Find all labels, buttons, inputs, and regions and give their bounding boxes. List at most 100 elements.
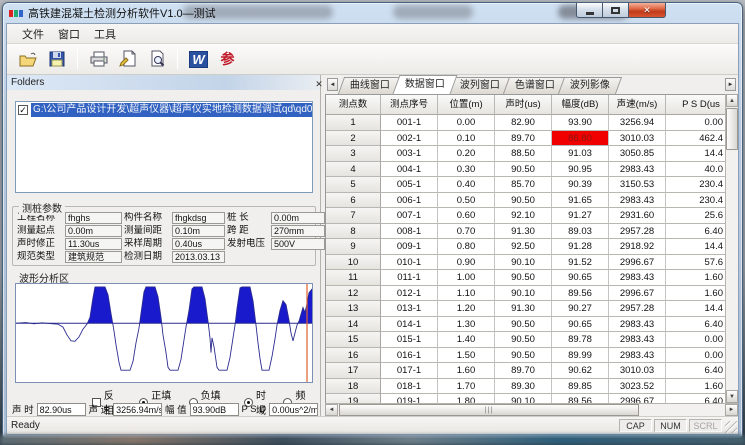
parameters-button[interactable]: 参	[215, 47, 240, 71]
table-cell-r15-c0[interactable]: 15	[326, 332, 381, 348]
table-cell-r14-c3[interactable]: 90.50	[495, 317, 552, 333]
table-cell-r17-c3[interactable]: 89.70	[495, 363, 552, 379]
title-bar[interactable]: 高铁建混凝土检测分析软件V1.0—测试 ✕	[3, 3, 742, 23]
param-field-8[interactable]: 500V	[271, 238, 325, 250]
readout-field-0[interactable]: 82.90us	[37, 403, 86, 416]
table-cell-r17-c5[interactable]: 3010.03	[609, 363, 666, 379]
table-cell-r5-c1[interactable]: 005-1	[381, 177, 438, 193]
table-cell-r17-c0[interactable]: 17	[326, 363, 381, 379]
table-cell-r18-c5[interactable]: 3023.52	[609, 379, 666, 395]
table-cell-r19-c0[interactable]: 19	[326, 394, 381, 403]
table-header-4[interactable]: 幅度(dB)	[552, 95, 609, 115]
table-cell-r10-c3[interactable]: 90.10	[495, 255, 552, 271]
table-cell-r10-c4[interactable]: 91.52	[552, 255, 609, 271]
table-cell-r7-c2[interactable]: 0.60	[438, 208, 495, 224]
table-cell-r1-c0[interactable]: 1	[326, 115, 381, 131]
save-button[interactable]	[44, 47, 69, 71]
table-cell-r1-c5[interactable]: 3256.94	[609, 115, 666, 131]
export-button[interactable]	[115, 47, 140, 71]
table-cell-r4-c0[interactable]: 4	[326, 162, 381, 178]
table-cell-r18-c0[interactable]: 18	[326, 379, 381, 395]
vertical-scroll-thumb[interactable]	[726, 108, 738, 150]
table-cell-r1-c1[interactable]: 001-1	[381, 115, 438, 131]
table-cell-r16-c5[interactable]: 2983.43	[609, 348, 666, 364]
table-cell-r17-c1[interactable]: 017-1	[381, 363, 438, 379]
table-cell-r5-c2[interactable]: 0.40	[438, 177, 495, 193]
readout-field-2[interactable]: 93.90dB	[190, 403, 239, 416]
table-header-2[interactable]: 位置(m)	[438, 95, 495, 115]
table-cell-r2-c4[interactable]: 86.80	[552, 131, 609, 147]
tab-scroll-left-icon[interactable]: ◄	[327, 78, 338, 91]
tab-数据窗口[interactable]: 数据窗口	[393, 75, 458, 94]
param-field-2[interactable]: 0.00m	[271, 212, 325, 224]
vertical-scrollbar[interactable]: ▲ ▼	[725, 94, 738, 403]
scroll-right-icon[interactable]: ►	[725, 404, 738, 416]
table-cell-r19-c3[interactable]: 90.10	[495, 394, 552, 403]
table-header-3[interactable]: 声时(us)	[495, 95, 552, 115]
table-cell-r11-c2[interactable]: 1.00	[438, 270, 495, 286]
table-cell-r7-c4[interactable]: 91.27	[552, 208, 609, 224]
horizontal-scrollbar[interactable]: ◄ ||| ►	[325, 403, 738, 416]
table-cell-r5-c0[interactable]: 5	[326, 177, 381, 193]
table-cell-r18-c2[interactable]: 1.70	[438, 379, 495, 395]
print-button[interactable]	[86, 47, 111, 71]
table-cell-r1-c3[interactable]: 82.90	[495, 115, 552, 131]
table-cell-r12-c0[interactable]: 12	[326, 286, 381, 302]
table-cell-r9-c4[interactable]: 91.28	[552, 239, 609, 255]
table-cell-r10-c0[interactable]: 10	[326, 255, 381, 271]
table-cell-r3-c4[interactable]: 91.03	[552, 146, 609, 162]
table-cell-r8-c4[interactable]: 89.03	[552, 224, 609, 240]
table-cell-r14-c1[interactable]: 014-1	[381, 317, 438, 333]
table-cell-r14-c0[interactable]: 14	[326, 317, 381, 333]
param-field-6[interactable]: 11.30us	[65, 238, 122, 250]
table-cell-r19-c1[interactable]: 019-1	[381, 394, 438, 403]
table-cell-r19-c5[interactable]: 2996.67	[609, 394, 666, 403]
table-cell-r6-c1[interactable]: 006-1	[381, 193, 438, 209]
table-cell-r2-c2[interactable]: 0.10	[438, 131, 495, 147]
table-cell-r6-c4[interactable]: 91.65	[552, 193, 609, 209]
minimize-button[interactable]	[576, 3, 603, 18]
table-cell-r8-c5[interactable]: 2957.28	[609, 224, 666, 240]
table-cell-r15-c1[interactable]: 015-1	[381, 332, 438, 348]
table-cell-r9-c1[interactable]: 009-1	[381, 239, 438, 255]
table-cell-r6-c5[interactable]: 2983.43	[609, 193, 666, 209]
table-cell-r11-c4[interactable]: 90.65	[552, 270, 609, 286]
table-cell-r4-c3[interactable]: 90.50	[495, 162, 552, 178]
table-cell-r15-c4[interactable]: 89.78	[552, 332, 609, 348]
table-cell-r13-c1[interactable]: 013-1	[381, 301, 438, 317]
table-cell-r6-c2[interactable]: 0.50	[438, 193, 495, 209]
table-header-0[interactable]: 测点数	[326, 95, 381, 115]
pane-close-icon[interactable]: ✕	[313, 78, 325, 90]
table-cell-r4-c1[interactable]: 004-1	[381, 162, 438, 178]
table-cell-r8-c2[interactable]: 0.70	[438, 224, 495, 240]
table-cell-r2-c3[interactable]: 89.70	[495, 131, 552, 147]
table-cell-r15-c2[interactable]: 1.40	[438, 332, 495, 348]
table-cell-r7-c1[interactable]: 007-1	[381, 208, 438, 224]
table-cell-r7-c0[interactable]: 7	[326, 208, 381, 224]
param-field-4[interactable]: 0.10m	[172, 225, 225, 237]
table-cell-r2-c5[interactable]: 3010.03	[609, 131, 666, 147]
word-export-button[interactable]: W	[186, 47, 211, 71]
table-cell-r2-c0[interactable]: 2	[326, 131, 381, 147]
waveform-plot[interactable]	[15, 283, 313, 383]
table-cell-r19-c4[interactable]: 89.56	[552, 394, 609, 403]
table-cell-r15-c5[interactable]: 2983.43	[609, 332, 666, 348]
table-cell-r7-c3[interactable]: 92.10	[495, 208, 552, 224]
table-cell-r15-c3[interactable]: 90.50	[495, 332, 552, 348]
table-cell-r9-c3[interactable]: 92.50	[495, 239, 552, 255]
table-cell-r16-c0[interactable]: 16	[326, 348, 381, 364]
menu-item-1[interactable]: 窗口	[51, 24, 87, 44]
table-cell-r18-c4[interactable]: 89.85	[552, 379, 609, 395]
table-cell-r12-c2[interactable]: 1.10	[438, 286, 495, 302]
scroll-down-icon[interactable]: ▼	[726, 390, 738, 403]
tab-色谱窗口[interactable]: 色谱窗口	[503, 77, 567, 94]
table-cell-r14-c2[interactable]: 1.30	[438, 317, 495, 333]
table-cell-r16-c1[interactable]: 016-1	[381, 348, 438, 364]
param-field-7[interactable]: 0.40us	[172, 238, 225, 250]
table-cell-r17-c2[interactable]: 1.60	[438, 363, 495, 379]
preview-button[interactable]	[144, 47, 169, 71]
tab-波列影像[interactable]: 波列影像	[558, 77, 622, 94]
table-header-1[interactable]: 测点序号	[381, 95, 438, 115]
table-cell-r6-c0[interactable]: 6	[326, 193, 381, 209]
table-cell-r9-c5[interactable]: 2918.92	[609, 239, 666, 255]
